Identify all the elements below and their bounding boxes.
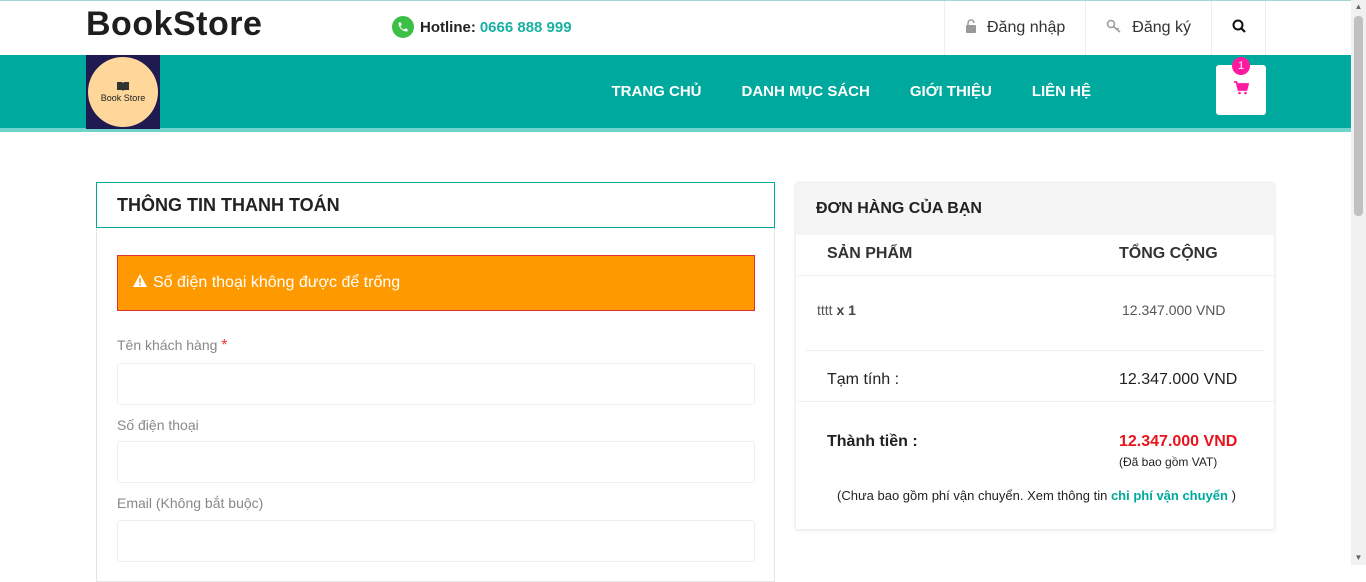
- nav-item-home[interactable]: TRANG CHỦ: [612, 83, 702, 100]
- store-logo[interactable]: Book Store: [86, 55, 160, 129]
- total-label: Thành tiền :: [827, 433, 918, 450]
- register-label: Đăng ký: [1132, 19, 1191, 36]
- top-bar: BookStore Hotline: 0666 888 999 Đăng nhậ…: [0, 0, 1351, 55]
- logo-text: Book Store: [100, 93, 146, 103]
- search-icon: [1232, 19, 1246, 38]
- brand-logo-text[interactable]: BookStore: [86, 5, 262, 44]
- book-icon: [116, 81, 130, 93]
- order-item-name: tttt x 1: [817, 302, 856, 318]
- register-link[interactable]: Đăng ký: [1085, 1, 1211, 55]
- shipping-note-close: ): [1231, 488, 1236, 503]
- logo-badge: Book Store: [88, 57, 158, 127]
- customer-name-label-text: Tên khách hàng: [117, 337, 218, 353]
- order-item-price: 12.347.000 VND: [1122, 302, 1226, 318]
- item-quantity: x 1: [836, 302, 856, 318]
- nav-item-contact[interactable]: LIÊN HỆ: [1032, 83, 1091, 100]
- scroll-down-arrow[interactable]: ▼: [1354, 553, 1363, 563]
- item-name: tttt: [817, 302, 833, 318]
- lock-icon: [965, 18, 977, 38]
- subtotal-value: 12.347.000 VND: [1119, 371, 1238, 388]
- search-button[interactable]: [1211, 1, 1266, 55]
- email-label: Email (Không bắt buộc): [117, 495, 264, 511]
- col-product-header: SẢN PHẨM: [827, 245, 913, 262]
- billing-title: THÔNG TIN THANH TOÁN: [96, 182, 775, 228]
- shipping-note-text: (Chưa bao gồm phí vận chuyển. Xem thông …: [837, 488, 1108, 503]
- key-icon: [1106, 19, 1122, 38]
- hotline-label: Hotline:: [420, 18, 476, 36]
- scroll-thumb[interactable]: [1354, 16, 1363, 216]
- validation-alert: Số điện thoại không được để trống: [117, 255, 755, 311]
- nav-item-about[interactable]: GIỚI THIỆU: [910, 83, 992, 100]
- phone-icon: [392, 16, 414, 38]
- divider: [806, 350, 1264, 351]
- phone-input[interactable]: [117, 441, 755, 483]
- cart-count-badge: 1: [1232, 57, 1250, 75]
- required-mark: *: [221, 337, 228, 354]
- cart-button[interactable]: 1: [1216, 57, 1266, 115]
- shipping-cost-link[interactable]: chi phí vận chuyển: [1111, 488, 1228, 503]
- page-scrollbar[interactable]: ▲ ▼: [1351, 0, 1366, 565]
- shipping-note: (Chưa bao gồm phí vận chuyển. Xem thông …: [837, 488, 1236, 503]
- customer-name-input[interactable]: [117, 363, 755, 405]
- account-links: Đăng nhập Đăng ký: [944, 1, 1266, 55]
- customer-name-label: Tên khách hàng *: [117, 337, 228, 355]
- login-label: Đăng nhập: [987, 19, 1066, 36]
- order-title: ĐƠN HÀNG CỦA BẠN: [796, 183, 1274, 235]
- main-navbar: Book Store TRANG CHỦ DANH MỤC SÁCH GIỚI …: [0, 55, 1351, 132]
- nav-item-categories[interactable]: DANH MỤC SÁCH: [742, 83, 870, 100]
- cart-icon: [1233, 80, 1250, 100]
- alert-message: Số điện thoại không được để trống: [153, 274, 401, 291]
- scroll-up-arrow[interactable]: ▲: [1354, 2, 1363, 12]
- warning-icon: [133, 274, 147, 292]
- login-link[interactable]: Đăng nhập: [944, 1, 1085, 55]
- email-input[interactable]: [117, 520, 755, 562]
- billing-form: THÔNG TIN THANH TOÁN Số điện thoại không…: [96, 182, 775, 582]
- hotline-number[interactable]: 0666 888 999: [480, 19, 572, 36]
- total-value: 12.347.000 VND: [1119, 433, 1238, 450]
- divider: [798, 401, 1274, 402]
- phone-label: Số điện thoại: [117, 417, 199, 433]
- vat-note: (Đã bao gồm VAT): [1119, 455, 1218, 469]
- divider: [798, 275, 1274, 276]
- col-total-header: TỔNG CỘNG: [1119, 245, 1218, 262]
- order-summary: ĐƠN HÀNG CỦA BẠN SẢN PHẨM TỔNG CỘNG tttt…: [795, 182, 1275, 530]
- subtotal-label: Tạm tính :: [827, 371, 900, 388]
- hotline: Hotline: 0666 888 999: [392, 16, 572, 38]
- nav-menu: TRANG CHỦ DANH MỤC SÁCH GIỚI THIỆU LIÊN …: [612, 55, 1091, 128]
